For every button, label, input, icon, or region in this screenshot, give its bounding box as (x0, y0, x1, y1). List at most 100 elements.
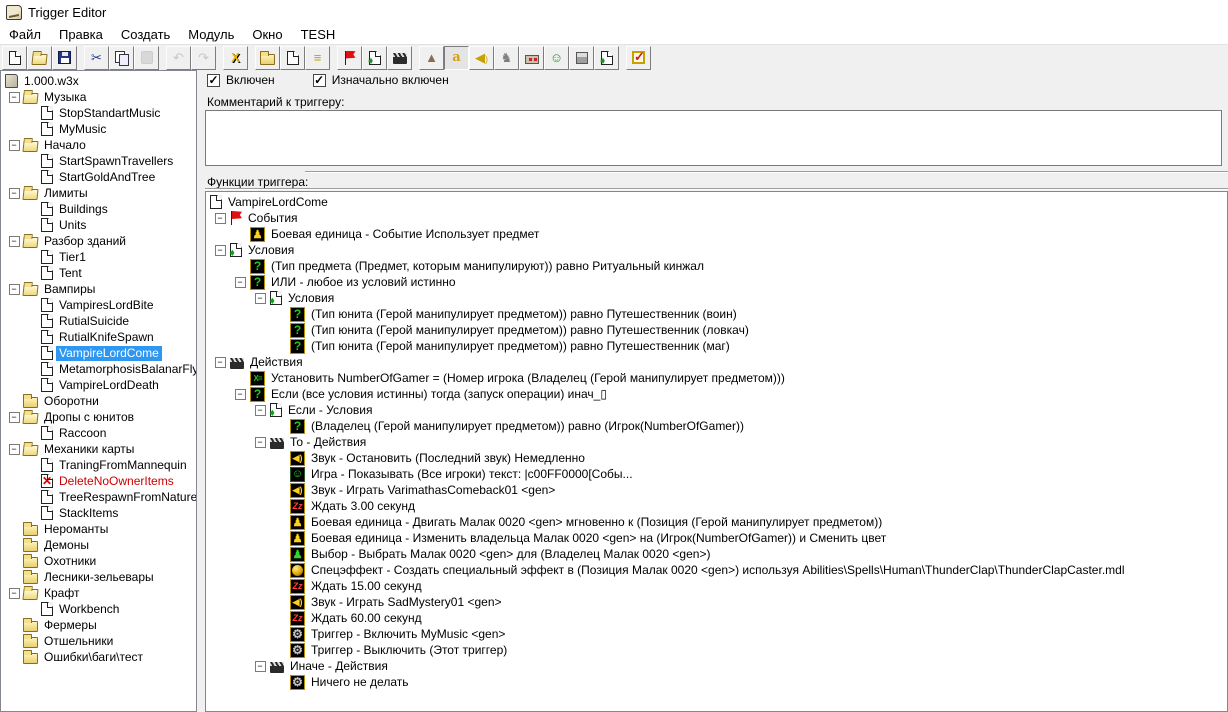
function-tree-item[interactable]: − Действия (206, 354, 1227, 370)
function-tree-item[interactable]: − Условия (206, 242, 1227, 259)
trigger-list-item[interactable]: StopStandartMusic (1, 105, 196, 121)
trigger-list-item[interactable]: RutialSuicide (1, 313, 196, 329)
sound-editor-button[interactable]: ◀) (469, 45, 494, 70)
menu-create[interactable]: Создать (112, 25, 179, 44)
menu-window[interactable]: Окно (243, 25, 291, 44)
collapse-expander[interactable]: − (8, 587, 20, 599)
menu-file[interactable]: Файл (0, 25, 50, 44)
collapse-expander[interactable]: − (234, 276, 246, 288)
collapse-expander[interactable]: − (8, 443, 20, 455)
trigger-list-item[interactable]: Оборотни (1, 393, 196, 409)
trigger-list-item[interactable]: TreeRespawnFromNature (1, 489, 196, 505)
collapse-expander[interactable]: − (8, 91, 20, 103)
trigger-list-item[interactable]: Raccoon (1, 425, 196, 441)
function-tree-item[interactable]: − Иначе - Действия (206, 658, 1227, 674)
new-category-button[interactable] (255, 45, 280, 70)
function-tree-item[interactable]: ◀) Звук - Играть VarimathasComeback01 <ge… (206, 482, 1227, 498)
collapse-expander[interactable]: − (254, 292, 266, 304)
function-tree-item[interactable]: − Если - Условия (206, 402, 1227, 419)
trigger-list-item[interactable]: StartGoldAndTree (1, 169, 196, 185)
trigger-list-item[interactable]: VampiresLordBite (1, 297, 196, 313)
function-tree-item[interactable]: ? (Тип юнита (Герой манипулирует предмето… (206, 322, 1227, 338)
trigger-list-item[interactable]: 1.000.w3x (1, 73, 196, 89)
new-action-button[interactable] (387, 45, 412, 70)
trigger-list-item[interactable]: − Дропы с юнитов (1, 409, 196, 425)
function-tree-item[interactable]: ♟ Боевая единица - Событие Использует пре… (206, 226, 1227, 242)
function-tree-item[interactable]: Zz Ждать 60.00 секунд (206, 610, 1227, 626)
new-comment-button[interactable]: ≡ (305, 45, 330, 70)
delete-button[interactable]: X (223, 45, 248, 70)
function-tree-item[interactable]: ◀) Звук - Остановить (Последний звук) Нем… (206, 450, 1227, 466)
collapse-expander[interactable]: − (254, 660, 266, 672)
collapse-expander[interactable]: − (8, 411, 20, 423)
import-manager-button[interactable] (594, 45, 619, 70)
comment-input[interactable] (205, 110, 1222, 166)
trigger-list-item[interactable]: Охотники (1, 553, 196, 569)
collapse-expander[interactable]: − (234, 388, 246, 400)
function-tree-item[interactable]: − События (206, 210, 1227, 226)
function-tree-item[interactable]: Спецэффект - Создать специальный эффект … (206, 562, 1227, 578)
object-manager-button[interactable] (569, 45, 594, 70)
trigger-list-item[interactable]: StartSpawnTravellers (1, 153, 196, 169)
trigger-list-item[interactable]: − Разбор зданий (1, 233, 196, 249)
function-tree-item[interactable]: ◀) Звук - Играть SadMystery01 <gen> (206, 594, 1227, 610)
trigger-list-item[interactable]: − Механики карты (1, 441, 196, 457)
collapse-expander[interactable]: − (214, 212, 226, 224)
trigger-list-item[interactable]: StackItems (1, 505, 196, 521)
undo-button[interactable]: ↶ (166, 45, 191, 70)
trigger-list-item[interactable]: − Музыка (1, 89, 196, 105)
menu-module[interactable]: Модуль (179, 25, 243, 44)
trigger-list-item[interactable]: MetamorphosisBalanarFly (1, 361, 196, 377)
checkbox-icon[interactable]: ✓ (207, 73, 220, 87)
collapse-expander[interactable]: − (254, 404, 266, 416)
collapse-expander[interactable]: − (8, 235, 20, 247)
paste-button[interactable] (134, 45, 159, 70)
function-tree-item[interactable]: ☺ Игра - Показывать (Все игроки) текст: |… (206, 466, 1227, 482)
trigger-editor-button[interactable]: a (444, 45, 469, 70)
collapse-expander[interactable]: − (214, 244, 226, 256)
object-editor-button[interactable]: ♞ (494, 45, 519, 70)
function-tree-item[interactable]: Zz Ждать 15.00 секунд (206, 578, 1227, 594)
trigger-list-item[interactable]: Демоны (1, 537, 196, 553)
ai-editor-button[interactable]: ☺ (544, 45, 569, 70)
function-tree-item[interactable]: ♟ Боевая единица - Изменить владельца Мал… (206, 530, 1227, 546)
new-event-button[interactable] (337, 45, 362, 70)
trigger-list-item[interactable]: Отшельники (1, 633, 196, 649)
trigger-list-item[interactable]: TraningFromMannequin (1, 457, 196, 473)
redo-button[interactable]: ↷ (191, 45, 216, 70)
function-tree-item[interactable]: ⚙ Ничего не делать (206, 674, 1227, 690)
trigger-list-item[interactable]: − Вампиры (1, 281, 196, 297)
function-tree-item[interactable]: ? (Тип предмета (Предмет, которым манипул… (206, 258, 1227, 274)
trigger-list-item[interactable]: Лесники-зельевары (1, 569, 196, 585)
function-tree-item[interactable]: −? ИЛИ - любое из условий истинно (206, 274, 1227, 290)
function-tree-item[interactable]: − Условия (206, 290, 1227, 307)
function-tree-item[interactable]: ? (Владелец (Герой манипулирует предметом… (206, 418, 1227, 434)
trigger-list-item[interactable]: RutialKnifeSpawn (1, 329, 196, 345)
enabled-checkbox[interactable]: ✓ Включен (207, 73, 275, 87)
trigger-list-item[interactable]: Workbench (1, 601, 196, 617)
campaign-editor-button[interactable] (519, 45, 544, 70)
function-tree-item[interactable]: X= Установить NumberOfGamer = (Номер игро… (206, 370, 1227, 386)
trigger-list-item[interactable]: − Крафт (1, 585, 196, 601)
trigger-list-item[interactable]: MyMusic (1, 121, 196, 137)
trigger-list-item[interactable]: − Начало (1, 137, 196, 153)
function-tree-item[interactable]: −? Если (все условия истинны) тогда (запу… (206, 386, 1227, 402)
check-trigger-button[interactable] (626, 45, 651, 70)
menu-tesh[interactable]: TESH (292, 25, 345, 44)
function-tree-item[interactable]: ⚙ Триггер - Включить MyMusic <gen> (206, 626, 1227, 642)
function-tree-item[interactable]: ? (Тип юнита (Герой манипулирует предмето… (206, 338, 1227, 354)
trigger-list-item[interactable]: Units (1, 217, 196, 233)
collapse-expander[interactable]: − (8, 139, 20, 151)
new-condition-button[interactable] (362, 45, 387, 70)
function-tree-item[interactable]: ♟ Выбор - Выбрать Малак 0020 <gen> для (В… (206, 546, 1227, 562)
checkbox-icon[interactable]: ✓ (312, 73, 326, 87)
new-map-button[interactable] (2, 45, 27, 70)
menu-edit[interactable]: Правка (50, 25, 112, 44)
function-tree-item[interactable]: ? (Тип юнита (Герой манипулирует предмето… (206, 306, 1227, 322)
copy-button[interactable] (109, 45, 134, 70)
function-tree-item[interactable]: − То - Действия (206, 434, 1227, 450)
cut-button[interactable]: ✂ (84, 45, 109, 70)
save-map-button[interactable] (52, 45, 77, 70)
collapse-expander[interactable]: − (214, 356, 226, 368)
function-tree-item[interactable]: Zz Ждать 3.00 секунд (206, 498, 1227, 514)
